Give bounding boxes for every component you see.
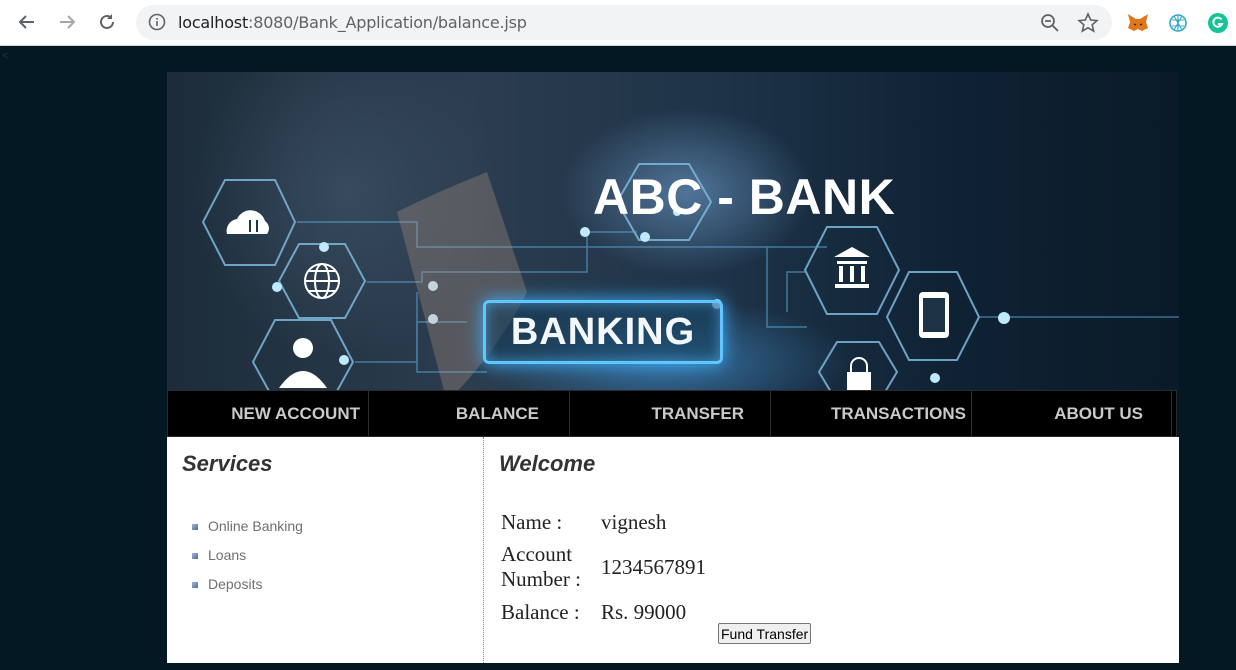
- reload-icon[interactable]: [96, 11, 118, 33]
- bank-title: ABC - BANK: [593, 169, 896, 225]
- star-icon[interactable]: [1077, 12, 1099, 34]
- services-list: Online Banking Loans Deposits: [182, 511, 483, 598]
- account-number-value: 1234567891: [601, 554, 706, 579]
- grammarly-icon[interactable]: [1206, 11, 1230, 35]
- account-number-row: Account Number : 1234567891: [501, 539, 706, 595]
- name-value: vignesh: [601, 509, 667, 534]
- balance-value: Rs. 99000: [601, 599, 687, 624]
- content-area: Services Online Banking Loans Deposits W…: [167, 437, 1179, 663]
- bullet-icon: [192, 581, 198, 588]
- account-number-label: Account Number :: [501, 542, 601, 592]
- bullet-icon: [192, 523, 198, 530]
- menu-about-us[interactable]: ABOUT US: [972, 391, 1172, 436]
- service-label[interactable]: Online Banking: [208, 518, 303, 534]
- browser-toolbar: localhost:8080/Bank_Application/balance.…: [0, 0, 1236, 46]
- services-sidebar: Services Online Banking Loans Deposits: [167, 437, 484, 663]
- info-icon[interactable]: [148, 13, 166, 31]
- address-bar[interactable]: localhost:8080/Bank_Application/balance.…: [136, 5, 1112, 40]
- banner: BANKING ABC - BANK: [167, 72, 1179, 390]
- main-menu: NEW ACCOUNT BALANCE TRANSFER TRANSACTION…: [167, 390, 1177, 437]
- bullet-icon: [192, 552, 198, 559]
- service-label[interactable]: Deposits: [208, 576, 262, 592]
- extension-icon[interactable]: [1166, 11, 1190, 35]
- welcome-panel: Welcome Name : vignesh Account Number : 1…: [484, 437, 1179, 663]
- name-row: Name : vignesh: [501, 507, 706, 537]
- forward-icon[interactable]: [56, 11, 78, 33]
- fund-transfer-button[interactable]: Fund Transfer: [718, 623, 812, 644]
- services-heading: Services: [182, 451, 273, 476]
- account-label-line-1: Account: [501, 542, 573, 566]
- service-item-loans[interactable]: Loans: [192, 540, 483, 569]
- menu-transfer[interactable]: TRANSFER: [570, 391, 771, 436]
- page-container: BANKING ABC - BANK NEW ACCOUNT BALANCE T…: [167, 72, 1179, 663]
- service-item-deposits[interactable]: Deposits: [192, 569, 483, 598]
- account-info-table: Name : vignesh Account Number : 123456789…: [501, 507, 706, 627]
- service-label[interactable]: Loans: [208, 547, 246, 563]
- menu-transactions[interactable]: TRANSACTIONS: [771, 391, 972, 436]
- metamask-icon[interactable]: [1126, 11, 1150, 35]
- banking-sign: BANKING: [483, 300, 723, 364]
- scroll-caret-icon: <: [2, 50, 9, 62]
- balance-row: Balance : Rs. 99000: [501, 597, 706, 627]
- menu-new-account[interactable]: NEW ACCOUNT: [168, 391, 369, 436]
- account-label-line-2: Number :: [501, 567, 581, 591]
- balance-label: Balance :: [501, 599, 580, 624]
- url-text[interactable]: localhost:8080/Bank_Application/balance.…: [178, 13, 527, 32]
- zoom-icon[interactable]: [1040, 13, 1060, 33]
- welcome-heading: Welcome: [499, 451, 596, 476]
- service-item-online-banking[interactable]: Online Banking: [192, 511, 483, 540]
- back-icon[interactable]: [16, 11, 38, 33]
- name-label: Name :: [501, 509, 563, 534]
- menu-balance[interactable]: BALANCE: [369, 391, 570, 436]
